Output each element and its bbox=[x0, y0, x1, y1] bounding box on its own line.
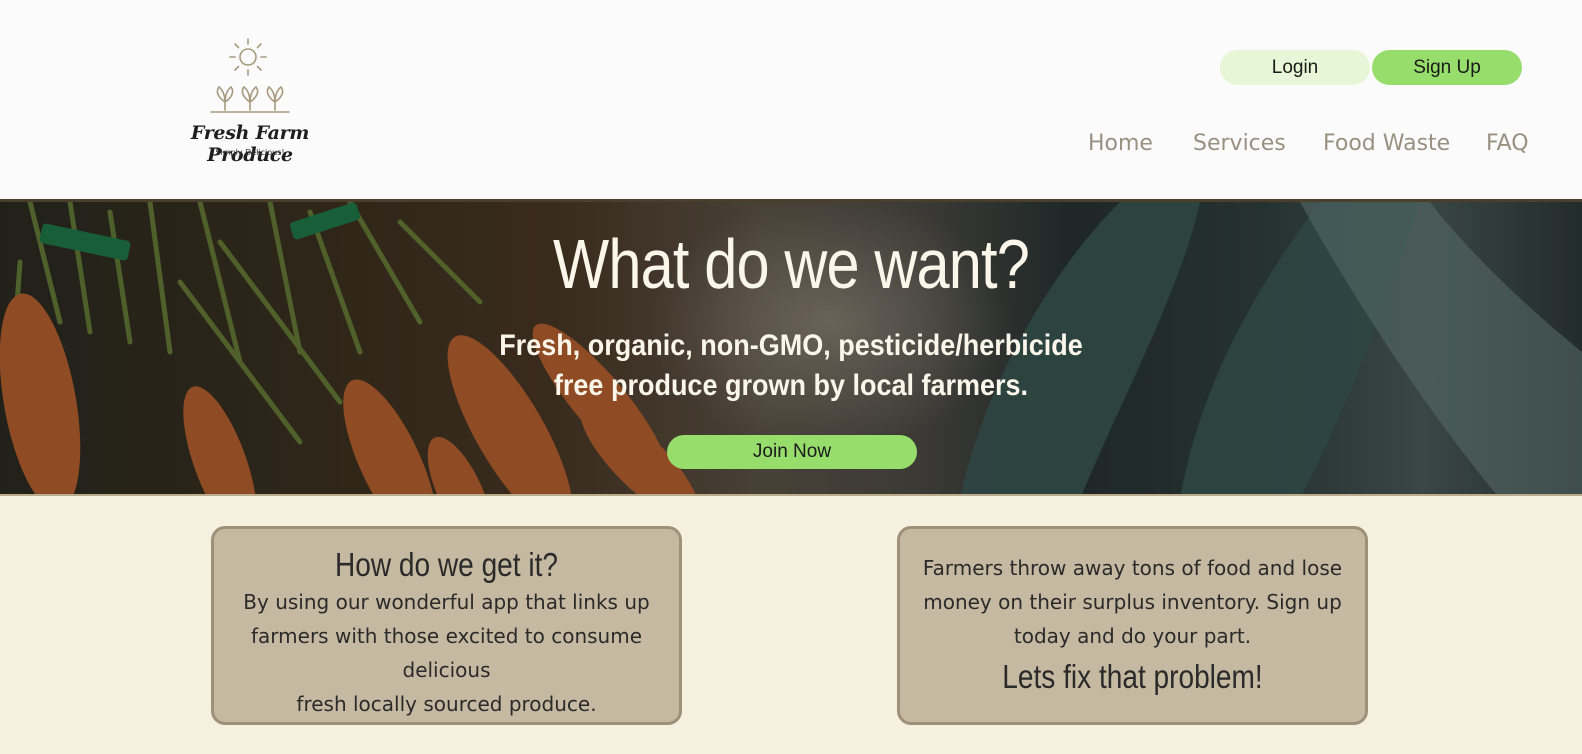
nav-home[interactable]: Home bbox=[1088, 131, 1153, 156]
logo[interactable]: Fresh Farm Produce Simply Delicious! bbox=[155, 34, 345, 166]
nav-services[interactable]: Services bbox=[1193, 131, 1286, 156]
how-card-title: How do we get it? bbox=[335, 546, 558, 583]
nav-faq[interactable]: FAQ bbox=[1486, 131, 1529, 156]
hero-title: What do we want? bbox=[553, 225, 1030, 303]
signup-button[interactable]: Sign Up bbox=[1372, 50, 1522, 85]
hero-subtitle: Fresh, organic, non-GMO, pesticide/herbi… bbox=[499, 329, 1083, 402]
how-card: How do we get it? By using our wonderful… bbox=[211, 526, 682, 725]
hero-banner: What do we want? Fresh, organic, non-GMO… bbox=[0, 199, 1582, 496]
how-card-text: By using our wonderful app that links up… bbox=[243, 590, 650, 682]
problem-card-title: Lets fix that problem! bbox=[1002, 658, 1263, 695]
login-button[interactable]: Login bbox=[1220, 50, 1370, 85]
problem-card-text: Farmers throw away tons of food and lose… bbox=[922, 556, 1343, 648]
logo-title: Fresh Farm Produce bbox=[190, 122, 310, 166]
nav-food-waste[interactable]: Food Waste bbox=[1323, 131, 1450, 156]
logo-tagline: Simply Delicious! bbox=[215, 148, 285, 157]
sun-and-sprouts-icon bbox=[210, 38, 290, 113]
join-now-button[interactable]: Join Now bbox=[667, 435, 917, 469]
site-header: Fresh Farm Produce Simply Delicious! Log… bbox=[0, 0, 1582, 199]
how-card-text-2: fresh locally sourced produce. bbox=[296, 692, 597, 716]
problem-card: Farmers throw away tons of food and lose… bbox=[897, 526, 1368, 725]
